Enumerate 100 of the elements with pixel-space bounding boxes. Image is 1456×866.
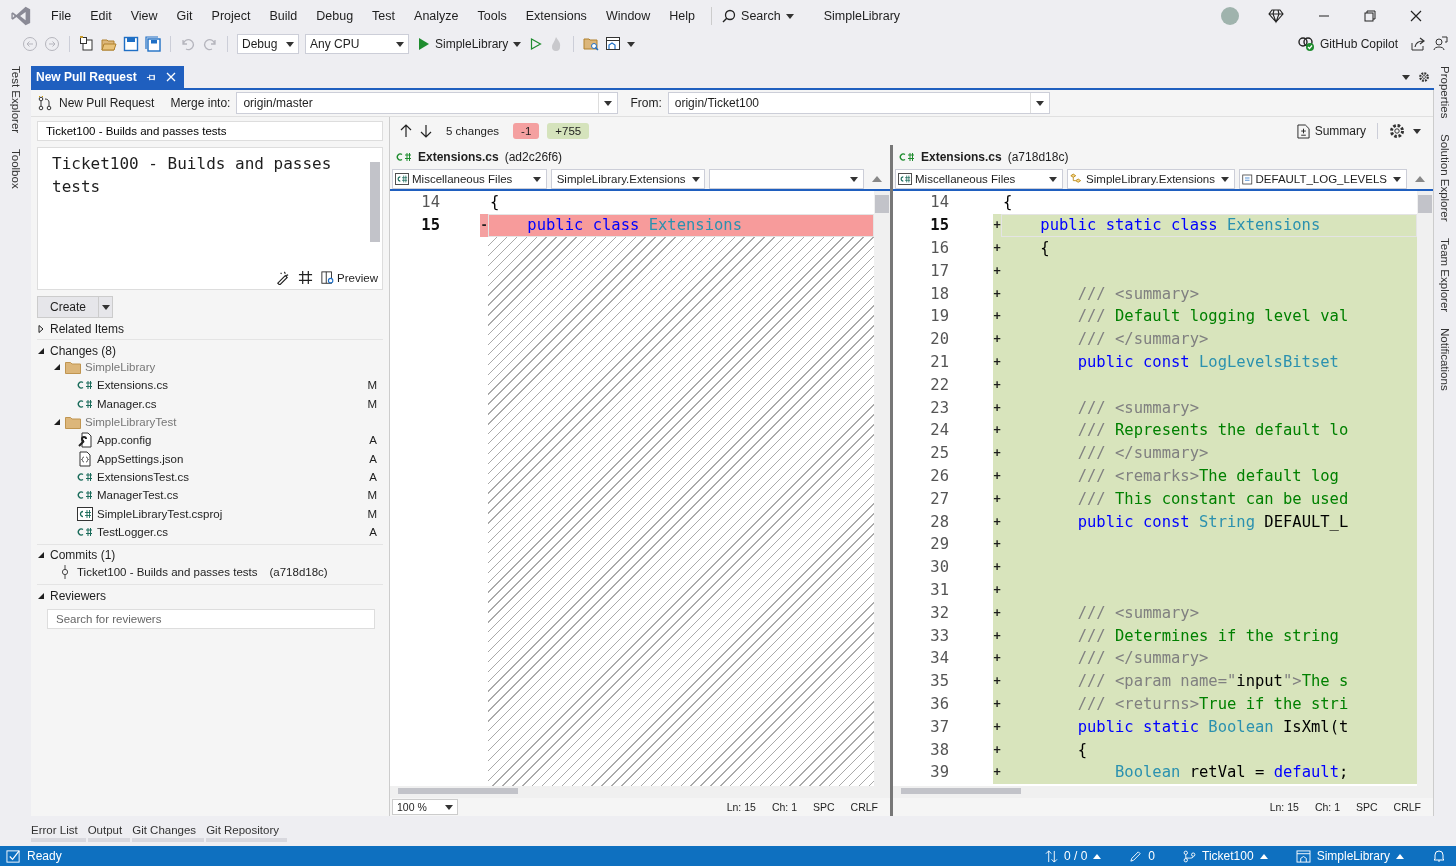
document-tab[interactable]: New Pull Request bbox=[31, 66, 184, 88]
menu-item[interactable]: Edit bbox=[81, 9, 122, 23]
title-field[interactable]: Ticket100 - Builds and passes tests bbox=[37, 121, 383, 141]
scrollbar[interactable] bbox=[398, 788, 518, 796]
section-title[interactable]: Changes (8) bbox=[50, 343, 117, 358]
tool-window-tab[interactable]: Error List bbox=[31, 824, 86, 842]
menu-item[interactable]: Project bbox=[202, 9, 261, 23]
tool-window-tab[interactable]: Test Explorer bbox=[9, 66, 22, 134]
description-field[interactable]: Ticket100 - Builds and passes tests Preview bbox=[37, 147, 383, 290]
close-icon[interactable] bbox=[1410, 10, 1422, 22]
tool-window-tab[interactable]: Git Repository bbox=[206, 824, 287, 842]
create-button[interactable]: Create bbox=[37, 296, 100, 318]
folder-search-icon[interactable] bbox=[583, 36, 600, 52]
tool-window-tab[interactable]: Toolbox bbox=[9, 149, 22, 189]
save-icon[interactable] bbox=[123, 36, 139, 52]
tool-window-tab[interactable]: Solution Explorer bbox=[1439, 134, 1451, 222]
configuration-dropdown[interactable]: Debug bbox=[237, 34, 299, 54]
file-name[interactable]: SimpleLibraryTest.csproj bbox=[97, 507, 223, 520]
up-arrow-icon[interactable] bbox=[400, 124, 412, 138]
scroll-up-icon[interactable] bbox=[1415, 176, 1425, 182]
platform-dropdown[interactable]: Any CPU bbox=[305, 34, 409, 54]
menu-item[interactable]: Extensions bbox=[516, 9, 597, 23]
tool-window-tab[interactable]: Team Explorer bbox=[1439, 238, 1451, 313]
file-name[interactable]: ExtensionsTest.cs bbox=[97, 470, 190, 483]
expanded-arrow-icon[interactable] bbox=[37, 551, 45, 560]
file-name[interactable]: AppSettings.json bbox=[97, 452, 184, 465]
copilot-button[interactable]: GitHub Copilot bbox=[1296, 36, 1398, 52]
change-marker: + bbox=[993, 441, 1001, 465]
commit-message[interactable]: Ticket100 - Builds and passes tests bbox=[77, 566, 258, 579]
file-name[interactable]: TestLogger.cs bbox=[97, 525, 168, 538]
tool-window-tab[interactable]: Output bbox=[87, 824, 131, 842]
search-button[interactable]: Search bbox=[718, 9, 798, 23]
section-title[interactable]: Reviewers bbox=[50, 588, 106, 603]
notification-bell-icon[interactable] bbox=[1432, 849, 1446, 863]
collapsed-arrow-icon[interactable] bbox=[37, 324, 45, 333]
member-dropdown[interactable]: DEFAULT_LOG_LEVELS bbox=[1239, 169, 1407, 189]
play-outline-icon[interactable] bbox=[530, 38, 543, 50]
scrollbar[interactable] bbox=[874, 191, 890, 786]
project-dropdown[interactable]: Miscellaneous Files bbox=[895, 169, 1063, 189]
scroll-up-icon[interactable] bbox=[872, 176, 882, 182]
scrollbar[interactable] bbox=[1417, 191, 1433, 786]
file-name[interactable]: ManagerTest.cs bbox=[97, 489, 179, 502]
menu-item[interactable]: Build bbox=[260, 9, 308, 23]
project-dropdown[interactable]: Miscellaneous Files bbox=[392, 169, 547, 189]
expanded-arrow-icon[interactable] bbox=[53, 418, 61, 427]
expanded-arrow-icon[interactable] bbox=[37, 591, 45, 600]
file-name[interactable]: Manager.cs bbox=[97, 397, 157, 410]
branch-button[interactable]: Ticket100 bbox=[1183, 849, 1268, 863]
tool-window-tab[interactable]: Properties bbox=[1439, 66, 1451, 119]
settings-icon[interactable] bbox=[1389, 123, 1405, 139]
change-marker: + bbox=[993, 259, 1001, 283]
expanded-arrow-icon[interactable] bbox=[53, 363, 61, 372]
csharp-file-icon bbox=[77, 525, 93, 538]
restore-icon[interactable] bbox=[1364, 10, 1376, 22]
menu-item[interactable]: Help bbox=[660, 9, 706, 23]
tool-window-tab[interactable]: Notifications bbox=[1439, 328, 1451, 391]
feedback-icon[interactable] bbox=[1432, 36, 1448, 52]
repository-button[interactable]: SimpleLibrary bbox=[1295, 849, 1404, 863]
section-title[interactable]: Related Items bbox=[50, 321, 125, 336]
preview-button[interactable]: Preview bbox=[321, 270, 378, 285]
scrollbar[interactable] bbox=[370, 162, 380, 242]
start-button[interactable]: SimpleLibrary bbox=[415, 37, 525, 51]
menu-item[interactable]: Debug bbox=[307, 9, 364, 23]
menu-item[interactable]: Git bbox=[167, 9, 203, 23]
section-title[interactable]: Commits (1) bbox=[50, 548, 116, 563]
zoom-dropdown[interactable]: 100 % bbox=[392, 799, 458, 815]
type-dropdown[interactable]: SimpleLibrary.Extensions bbox=[1067, 169, 1235, 189]
source-branch-dropdown[interactable]: origin/Ticket100 bbox=[667, 92, 1050, 114]
file-name[interactable]: Extensions.cs bbox=[97, 379, 168, 392]
down-arrow-icon[interactable] bbox=[420, 124, 432, 138]
summary-button[interactable]: Summary bbox=[1296, 123, 1366, 139]
share-icon[interactable] bbox=[1410, 36, 1426, 52]
menu-item[interactable]: View bbox=[121, 9, 168, 23]
menu-item[interactable]: Tools bbox=[468, 9, 517, 23]
file-name[interactable]: App.config bbox=[97, 434, 152, 447]
reviewer-search-field[interactable]: Search for reviewers bbox=[47, 609, 375, 630]
app-logo-icon[interactable] bbox=[10, 5, 32, 27]
magic-pen-icon[interactable] bbox=[275, 270, 291, 285]
folder-name[interactable]: SimpleLibraryTest bbox=[85, 416, 177, 429]
hash-icon[interactable] bbox=[298, 270, 314, 285]
menu-item[interactable]: Window bbox=[596, 9, 661, 23]
folder-name[interactable]: SimpleLibrary bbox=[85, 361, 156, 374]
save-all-icon[interactable] bbox=[145, 36, 161, 52]
create-options-button[interactable] bbox=[99, 296, 114, 318]
window-layout-icon[interactable] bbox=[605, 36, 622, 52]
menu-item[interactable]: File bbox=[42, 9, 82, 23]
expanded-arrow-icon[interactable] bbox=[37, 346, 45, 355]
menu-item[interactable]: Test bbox=[363, 9, 406, 23]
output-status-icon[interactable] bbox=[6, 848, 21, 864]
menu-item[interactable]: Analyze bbox=[405, 9, 469, 23]
target-branch-dropdown[interactable]: origin/master bbox=[236, 92, 619, 114]
type-dropdown[interactable]: SimpleLibrary.Extensions bbox=[550, 169, 706, 189]
new-project-icon[interactable] bbox=[79, 36, 95, 52]
pending-edits-button[interactable]: 0 bbox=[1129, 849, 1156, 863]
tool-window-tab[interactable]: Git Changes bbox=[132, 824, 205, 842]
diamond-icon[interactable] bbox=[1268, 8, 1284, 24]
sync-status-button[interactable]: 0 / 0 bbox=[1045, 849, 1102, 863]
open-folder-icon[interactable] bbox=[101, 36, 117, 52]
settings-icon[interactable] bbox=[1418, 71, 1430, 83]
scrollbar[interactable] bbox=[901, 788, 1021, 796]
